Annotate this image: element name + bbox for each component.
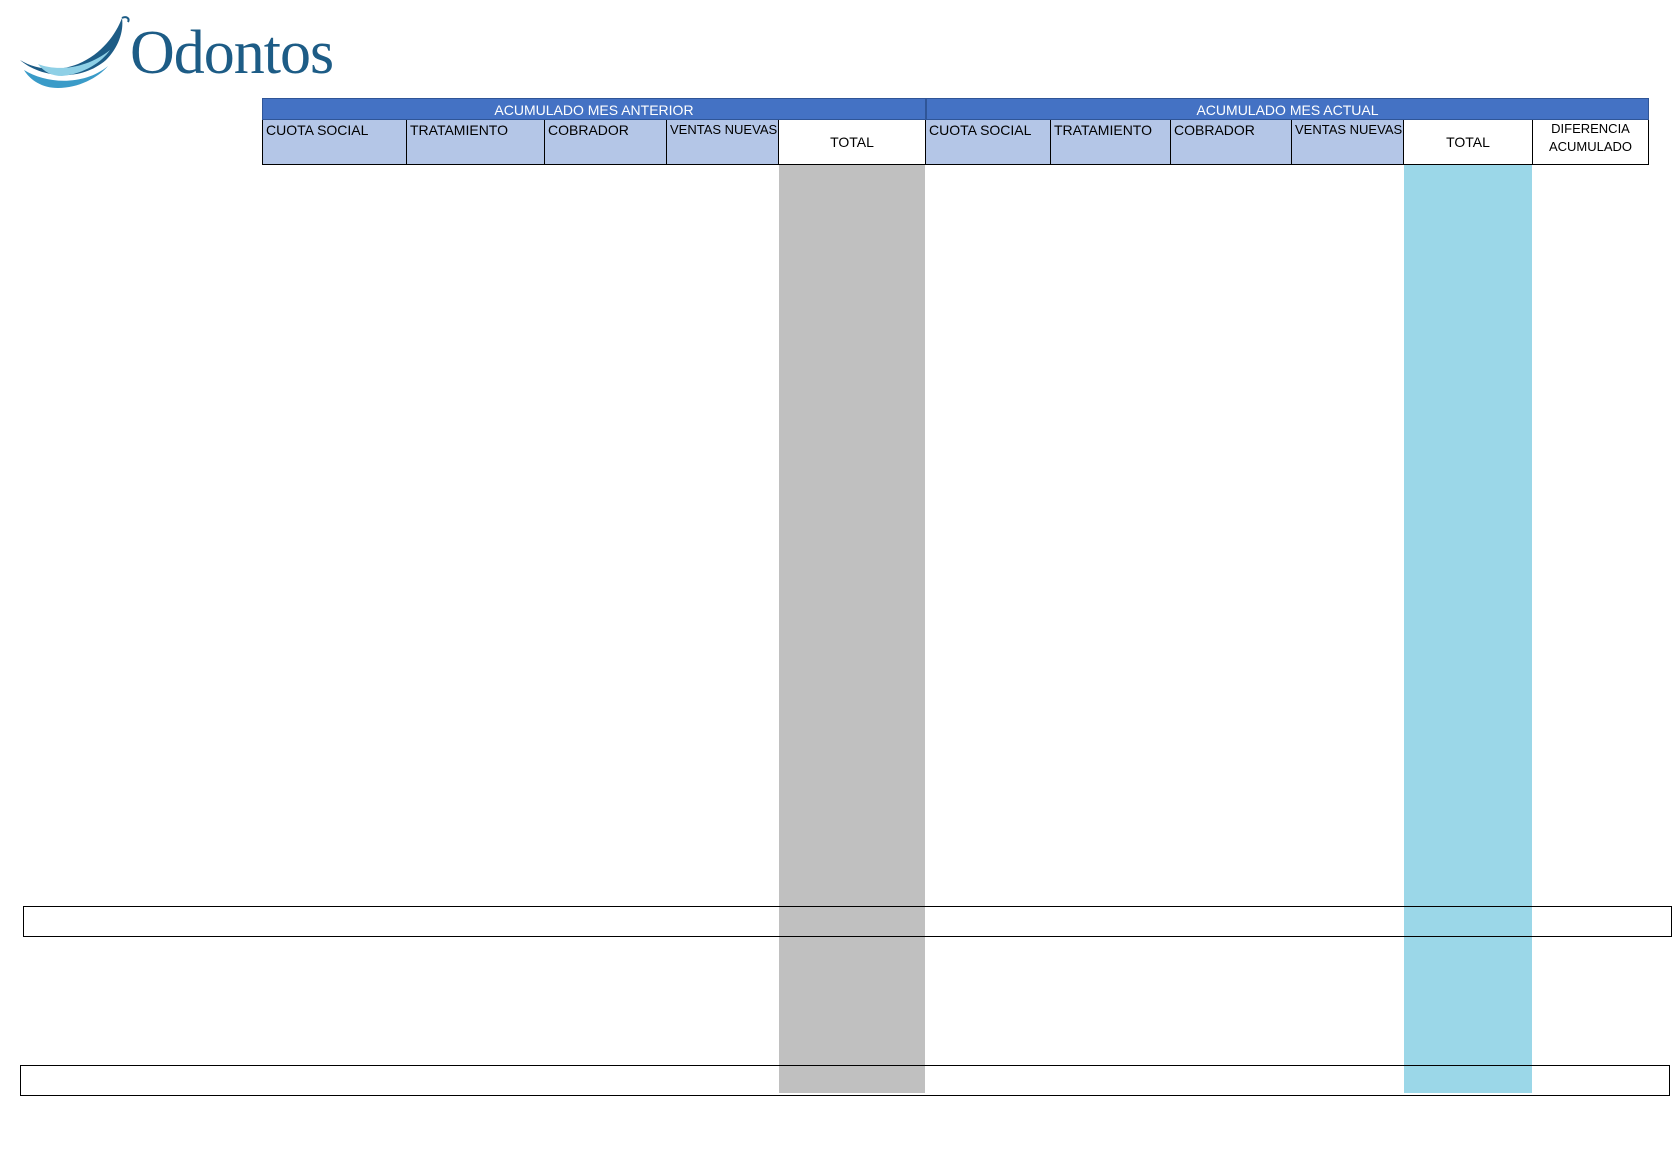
total-current-column-body — [1404, 165, 1532, 1093]
acumulado-label: ACUMULADO — [1548, 139, 1633, 154]
summary-row-2 — [20, 1065, 1670, 1096]
col-cobrador-previous: COBRADOR — [545, 120, 667, 165]
diferencia-label: DIFERENCIA — [1551, 121, 1630, 136]
col-tratamiento-current: TRATAMIENTO — [1051, 120, 1171, 165]
table-header: ACUMULADO MES ANTERIOR ACUMULADO MES ACT… — [262, 98, 1649, 165]
col-ventas-nuevas-current: VENTAS NUEVAS — [1292, 120, 1404, 165]
col-cuota-social-current: CUOTA SOCIAL — [926, 120, 1051, 165]
total-previous-column-body — [779, 165, 925, 1093]
col-ventas-nuevas-previous: VENTAS NUEVAS — [667, 120, 779, 165]
odontos-logo: Odontos — [18, 14, 338, 90]
col-diferencia-acumulado: DIFERENCIA ACUMULADO — [1533, 120, 1649, 165]
col-cobrador-current: COBRADOR — [1171, 120, 1292, 165]
col-tratamiento-previous: TRATAMIENTO — [407, 120, 545, 165]
col-cuota-social-previous: CUOTA SOCIAL — [262, 120, 407, 165]
logo-text: Odontos — [130, 19, 334, 87]
group-header-current-month: ACUMULADO MES ACTUAL — [926, 98, 1649, 120]
col-total-current: TOTAL — [1404, 120, 1533, 165]
summary-row-1 — [23, 906, 1672, 937]
group-header-previous-month: ACUMULADO MES ANTERIOR — [262, 98, 926, 120]
wave-icon — [20, 16, 130, 88]
col-total-previous: TOTAL — [779, 120, 926, 165]
